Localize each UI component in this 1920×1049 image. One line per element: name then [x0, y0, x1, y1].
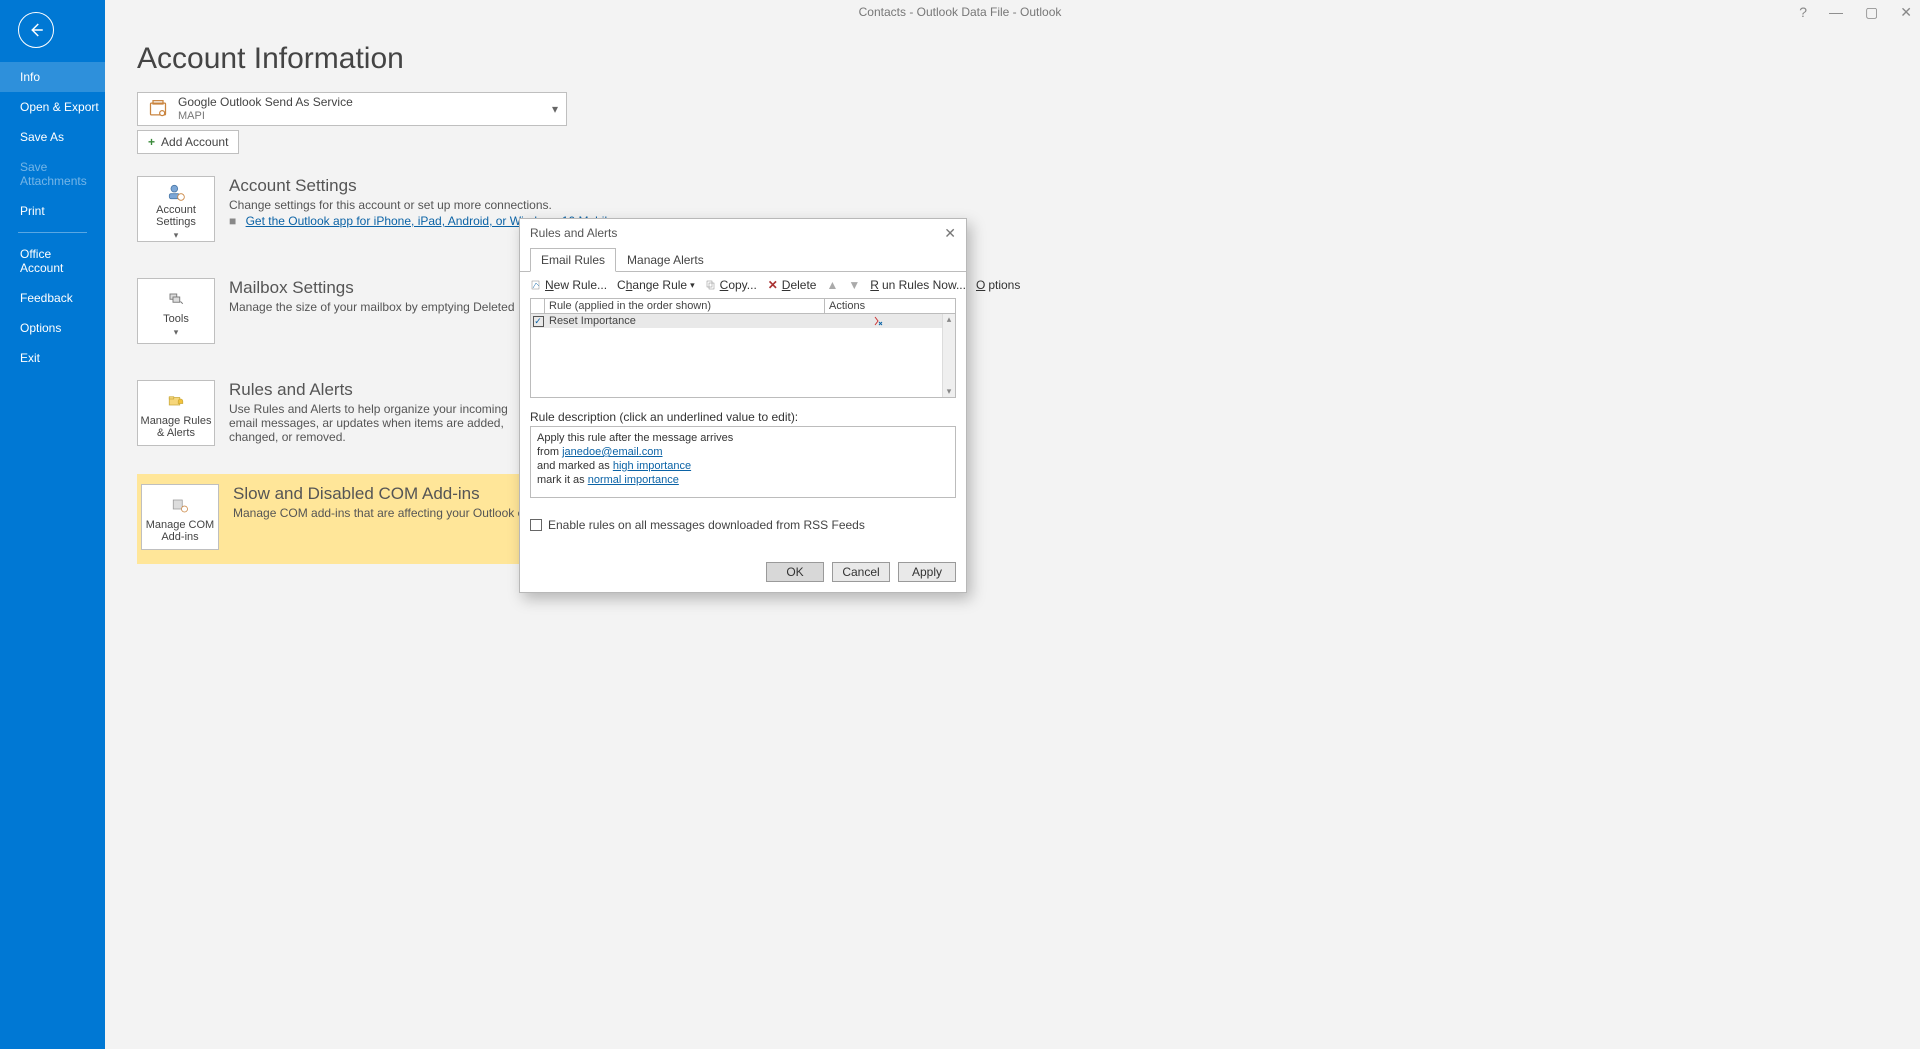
section-rules-alerts: Manage Rules & Alerts Rules and Alerts U… — [137, 372, 1888, 460]
tile-label: Account Settings — [138, 204, 214, 228]
sidebar-item-save-attachments: Save Attachments — [0, 152, 105, 196]
sidebar-item-feedback[interactable]: Feedback — [0, 283, 105, 313]
window-title: Contacts - Outlook Data File - Outlook — [859, 5, 1062, 19]
move-down-button[interactable]: ▼ — [848, 278, 860, 292]
sidebar-item-save-as[interactable]: Save As — [0, 122, 105, 152]
desc-link-markas[interactable]: normal importance — [588, 474, 679, 486]
tile-label: Tools — [163, 313, 189, 325]
plus-icon: + — [148, 135, 155, 149]
rules-list: Rule (applied in the order shown) Action… — [530, 298, 956, 398]
section-account-settings: Account Settings ▾ Account Settings Chan… — [137, 168, 1888, 256]
rule-name: Reset Importance — [545, 314, 812, 328]
rule-desc-box: Apply this rule after the message arrive… — [530, 426, 956, 498]
col-rule: Rule (applied in the order shown) — [545, 299, 825, 314]
minimize-icon[interactable]: — — [1829, 4, 1843, 20]
rss-checkbox[interactable] — [530, 519, 542, 531]
account-icon — [146, 97, 170, 121]
rule-row[interactable]: ✓ Reset Importance — [531, 314, 942, 328]
sidebar-item-open-export[interactable]: Open & Export — [0, 92, 105, 122]
tile-manage-com-addins[interactable]: Manage COM Add-ins — [141, 484, 219, 550]
tab-manage-alerts[interactable]: Manage Alerts — [616, 248, 715, 272]
sidebar-item-options[interactable]: Options — [0, 313, 105, 343]
run-rules-button[interactable]: Run Rules Now... — [870, 278, 966, 292]
page-title: Account Information — [137, 42, 1888, 76]
copy-icon — [705, 279, 717, 291]
sidebar-item-office-account[interactable]: Office Account — [0, 239, 105, 283]
options-button[interactable]: Options — [976, 278, 1020, 292]
tools-icon — [163, 289, 189, 311]
title-bar: Contacts - Outlook Data File - Outlook ?… — [0, 0, 1920, 24]
close-icon[interactable]: ✕ — [1900, 4, 1912, 21]
maximize-icon[interactable]: ▢ — [1865, 4, 1878, 21]
section-heading: Account Settings — [229, 176, 617, 196]
back-button[interactable] — [18, 12, 54, 48]
folder-bell-icon — [163, 391, 189, 413]
sidebar-item-print[interactable]: Print — [0, 196, 105, 226]
person-gear-icon — [163, 181, 189, 202]
move-up-button[interactable]: ▲ — [826, 278, 838, 292]
tile-label: Manage COM Add-ins — [142, 519, 218, 543]
add-account-button[interactable]: + Add Account — [137, 130, 239, 154]
copy-button[interactable]: Copy... — [705, 278, 757, 292]
desc-line: Apply this rule after the message arrive… — [537, 431, 949, 445]
change-rule-button[interactable]: Change Rule▾ — [617, 278, 695, 292]
apply-button[interactable]: Apply — [898, 562, 956, 582]
rss-label: Enable rules on all messages downloaded … — [548, 518, 865, 532]
add-account-label: Add Account — [161, 135, 228, 149]
tab-email-rules[interactable]: Email Rules — [530, 248, 616, 272]
chevron-down-icon: ▾ — [690, 280, 695, 291]
account-selector[interactable]: Google Outlook Send As Service MAPI ▾ — [137, 92, 567, 126]
new-rule-button[interactable]: New Rule... — [530, 278, 607, 292]
rule-checkbox[interactable]: ✓ — [533, 316, 544, 327]
delete-icon: ✕ — [767, 279, 779, 291]
rule-desc-label: Rule description (click an underlined va… — [530, 410, 956, 424]
dialog-toolbar: New Rule... Change Rule▾ Copy... ✕ Delet… — [520, 272, 966, 298]
new-rule-icon — [530, 279, 542, 291]
sidebar-separator — [18, 232, 87, 233]
section-desc: Use Rules and Alerts to help organize yo… — [229, 402, 529, 444]
section-desc: Change settings for this account or set … — [229, 198, 617, 212]
desc-link-importance[interactable]: high importance — [613, 460, 691, 472]
dialog-tabs: Email Rules Manage Alerts — [520, 247, 966, 272]
delete-button[interactable]: ✕ Delete — [767, 278, 817, 292]
section-heading: Rules and Alerts — [229, 380, 529, 400]
rule-action-icon — [812, 314, 942, 328]
addin-gear-icon — [167, 495, 193, 517]
help-icon[interactable]: ? — [1799, 4, 1807, 20]
scrollbar[interactable]: ▴▾ — [942, 314, 955, 397]
tile-manage-rules[interactable]: Manage Rules & Alerts — [137, 380, 215, 446]
account-proto: MAPI — [178, 109, 353, 123]
chevron-down-icon: ▾ — [552, 102, 558, 116]
sidebar-item-info[interactable]: Info — [0, 62, 105, 92]
chevron-down-icon: ▾ — [174, 327, 179, 338]
chevron-down-icon: ▾ — [174, 230, 179, 241]
col-actions: Actions — [825, 299, 955, 314]
sidebar-item-exit[interactable]: Exit — [0, 343, 105, 373]
tile-tools[interactable]: Tools ▾ — [137, 278, 215, 344]
main-area: Account Information Google Outlook Send … — [105, 24, 1920, 1049]
cancel-button[interactable]: Cancel — [832, 562, 890, 582]
dialog-title: Rules and Alerts — [530, 226, 617, 240]
tile-account-settings[interactable]: Account Settings ▾ — [137, 176, 215, 242]
desc-link-from[interactable]: janedoe@email.com — [562, 446, 662, 458]
ok-button[interactable]: OK — [766, 562, 824, 582]
dialog-close-icon[interactable]: ✕ — [944, 225, 956, 242]
backstage-sidebar: Info Open & Export Save As Save Attachme… — [0, 0, 105, 1049]
tile-label: Manage Rules & Alerts — [138, 415, 214, 439]
rules-alerts-dialog: Rules and Alerts ✕ Email Rules Manage Al… — [519, 218, 967, 593]
account-name: Google Outlook Send As Service — [178, 95, 353, 109]
